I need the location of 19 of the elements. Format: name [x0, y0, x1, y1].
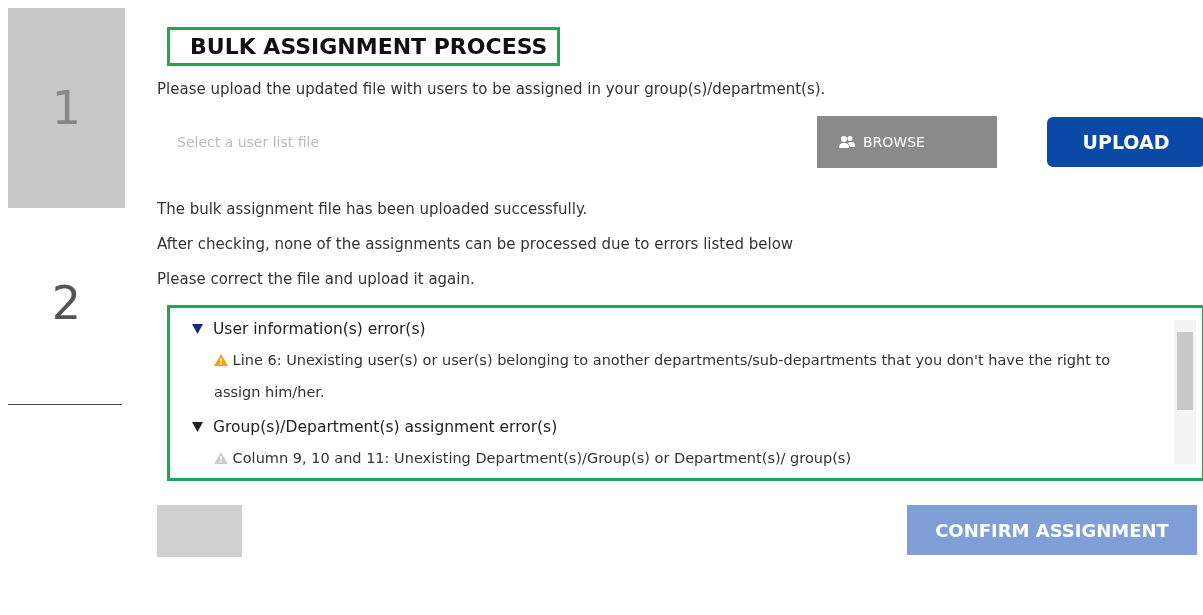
- step-number: 1: [8, 8, 125, 208]
- expanded-triangle-icon[interactable]: [192, 324, 203, 334]
- scrollbar[interactable]: [1174, 320, 1196, 464]
- step-number: 2: [50, 275, 83, 332]
- upload-button[interactable]: UPLOAD: [1047, 117, 1203, 167]
- instruction-text: Please upload the updated file with users to be assigned in your group(s)/department(s).: [157, 80, 827, 98]
- error-message: Column 9, 10 and 11: Unexisting Department(s)/Group(s) or Department(s)/ group(s): [214, 442, 1160, 474]
- error-message: Line 6: Unexisting user(s) or user(s) belonging to another departments/sub-departments that you don't have the right to assign him/her.: [214, 351, 1112, 402]
- status-message: After checking, none of the assignments can be processed due to errors listed below: [157, 235, 795, 255]
- expanded-triangle-icon[interactable]: [192, 422, 203, 432]
- status-message: The bulk assignment file has been uploaded successfully.: [157, 200, 589, 220]
- users-icon: [839, 135, 855, 149]
- page-title: BULK ASSIGNMENT PROCESS: [167, 27, 561, 66]
- error-group-title: Group(s)/Department(s) assignment error(s): [213, 418, 558, 436]
- warning-icon: [214, 452, 228, 464]
- status-message: Please correct the file and upload it again.: [157, 270, 476, 290]
- warning-icon: [214, 354, 228, 366]
- browse-button[interactable]: BROWSE: [817, 116, 997, 168]
- error-group-title: User information(s) error(s): [213, 320, 426, 338]
